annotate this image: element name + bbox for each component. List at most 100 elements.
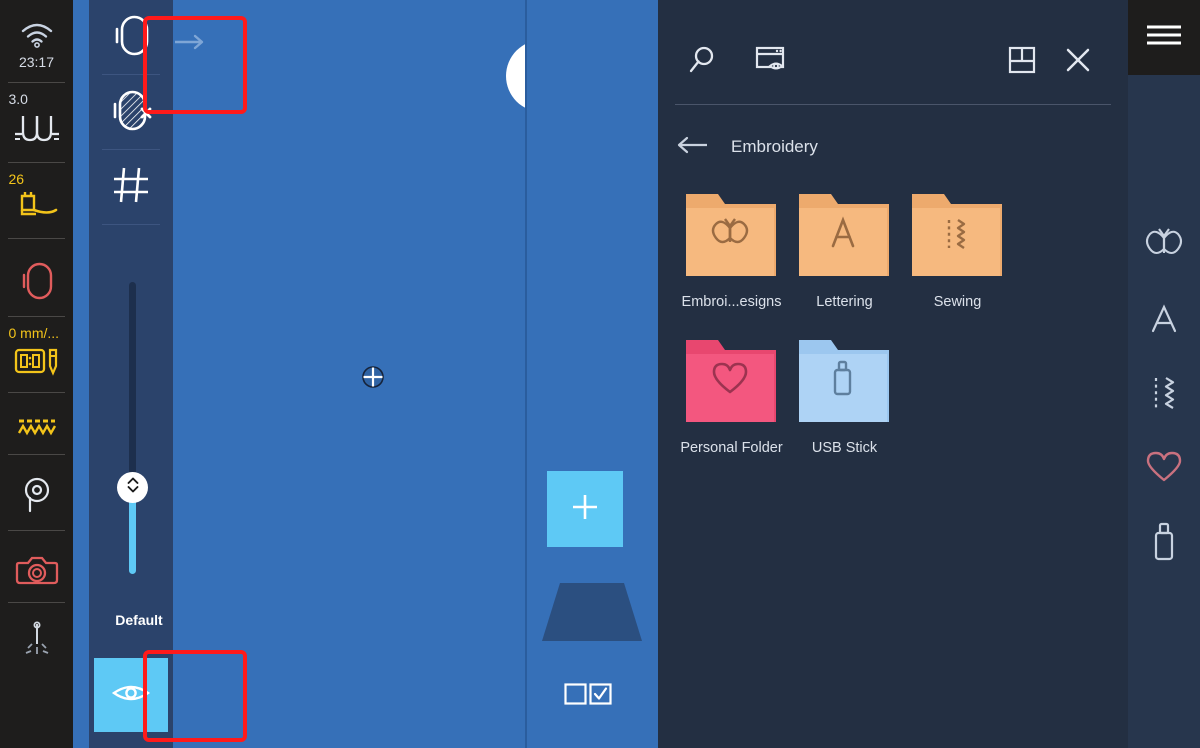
window-eye-icon <box>755 45 789 80</box>
status-item-camera[interactable] <box>0 538 73 593</box>
folder-label: Personal Folder <box>680 440 783 456</box>
divider <box>675 104 1111 105</box>
grid-hash-icon <box>110 164 152 211</box>
preview-window-button[interactable] <box>750 40 794 84</box>
hamburger-icon <box>1144 22 1184 53</box>
search-icon <box>686 44 718 81</box>
status-item-presser-foot[interactable]: 26 <box>0 170 73 229</box>
folder-icon <box>684 332 780 430</box>
divider <box>8 602 65 603</box>
usb-stick-icon <box>1149 520 1179 567</box>
speed-pen-icon <box>11 344 63 383</box>
rail-item-personal[interactable] <box>1128 432 1200 506</box>
letter-a-icon <box>1147 302 1181 341</box>
status-item-hoop[interactable] <box>0 246 73 307</box>
tool-button-hoop-select[interactable] <box>89 0 173 74</box>
close-x-icon <box>1064 46 1092 79</box>
slider-label: Default <box>115 612 163 628</box>
folder-icon <box>797 332 893 430</box>
folder-label: USB Stick <box>811 440 878 456</box>
zoom-slider[interactable] <box>89 282 173 582</box>
tool-button-hoop-off[interactable] <box>89 75 173 149</box>
divider <box>102 224 160 225</box>
search-button[interactable] <box>680 40 724 84</box>
split-view-button[interactable] <box>1000 40 1044 84</box>
status-value-speed: 0 mm/... <box>8 325 60 341</box>
design-canvas[interactable]: Default <box>73 0 578 748</box>
hoop-outline-icon <box>110 11 152 64</box>
camera-icon <box>15 552 59 593</box>
file-browser-panel: Embroidery Embroi...esigns Lettering Sew… <box>658 0 1128 748</box>
folder-label: Embroi...esigns <box>681 294 782 310</box>
select-all-toggle[interactable] <box>564 682 616 706</box>
heart-icon <box>1145 450 1183 489</box>
preview-toggle-button[interactable] <box>94 658 168 732</box>
zigzag-stitch-icon <box>1147 374 1181 417</box>
wifi-icon <box>20 22 54 53</box>
status-item-needle[interactable] <box>0 610 73 665</box>
checkbox-pair-icon <box>564 683 616 710</box>
tool-button-grid[interactable] <box>89 150 173 224</box>
split-window-icon <box>1008 46 1036 79</box>
slider-handle[interactable] <box>117 472 148 503</box>
thread-tension-icon <box>11 110 63 153</box>
butterfly-icon <box>1144 226 1184 269</box>
machine-status-sidebar: 23:17 3.0 26 0 mm/... <box>0 0 73 748</box>
folder-embroidery-designs[interactable]: Embroi...esigns <box>675 186 788 310</box>
bobbin-icon <box>18 476 56 521</box>
folder-icon <box>797 186 893 284</box>
rail-item-usb[interactable] <box>1128 506 1200 580</box>
needle-icon <box>19 620 55 665</box>
folder-label: Sewing <box>933 294 982 310</box>
arrow-left-icon[interactable] <box>675 135 709 160</box>
add-design-button[interactable] <box>547 471 623 547</box>
design-list-strip <box>525 0 658 748</box>
tool-column: Default <box>89 0 173 748</box>
hoop-preview-shape[interactable] <box>542 583 642 641</box>
folder-label: Lettering <box>816 294 873 310</box>
divider <box>8 162 65 163</box>
divider <box>8 316 65 317</box>
rail-item-lettering[interactable] <box>1128 284 1200 358</box>
folder-usb-stick[interactable]: USB Stick <box>788 332 901 456</box>
divider <box>8 454 65 455</box>
status-value-presser-foot: 26 <box>8 171 25 187</box>
divider <box>8 82 65 83</box>
breadcrumb: Embroidery <box>675 126 818 168</box>
category-rail <box>1128 0 1200 748</box>
status-item-wifi[interactable]: 23:17 <box>0 22 73 73</box>
status-item-thread-tension[interactable]: 3.0 <box>0 90 73 153</box>
hamburger-menu-button[interactable] <box>1128 0 1200 75</box>
eye-icon <box>111 680 151 711</box>
hoop-crossed-icon <box>108 86 154 139</box>
status-item-bobbin[interactable] <box>0 462 73 521</box>
updown-chevron-icon <box>125 475 141 500</box>
folder-grid: Embroi...esigns Lettering Sewing Persona… <box>675 186 1111 478</box>
folder-icon <box>910 186 1006 284</box>
slider-track-unfilled[interactable] <box>129 282 136 478</box>
presser-foot-icon <box>14 190 60 229</box>
folder-icon <box>684 186 780 284</box>
divider <box>8 392 65 393</box>
folder-sewing[interactable]: Sewing <box>901 186 1014 310</box>
zigzag-icon <box>16 416 58 445</box>
crosshair-cursor <box>362 366 384 388</box>
rail-item-embroidery[interactable] <box>1128 210 1200 284</box>
folder-lettering[interactable]: Lettering <box>788 186 901 310</box>
rail-spacer <box>1128 75 1200 210</box>
status-item-stitch-pattern[interactable] <box>0 400 73 445</box>
status-item-stitch-speed[interactable]: 0 mm/... <box>0 324 73 383</box>
status-value-wifi: 23:17 <box>18 54 55 70</box>
plus-icon <box>568 490 602 529</box>
divider <box>8 530 65 531</box>
folder-personal[interactable]: Personal Folder <box>675 332 788 456</box>
status-value-tension: 3.0 <box>8 91 28 107</box>
close-button[interactable] <box>1056 40 1100 84</box>
arrow-right-icon[interactable] <box>173 32 209 52</box>
file-panel-toolbar <box>658 0 1128 104</box>
hoop-icon <box>18 260 56 307</box>
rail-item-sewing[interactable] <box>1128 358 1200 432</box>
app-root: 23:17 3.0 26 0 mm/... Default Embroidery… <box>0 0 1200 748</box>
divider <box>8 238 65 239</box>
breadcrumb-title: Embroidery <box>731 137 818 156</box>
